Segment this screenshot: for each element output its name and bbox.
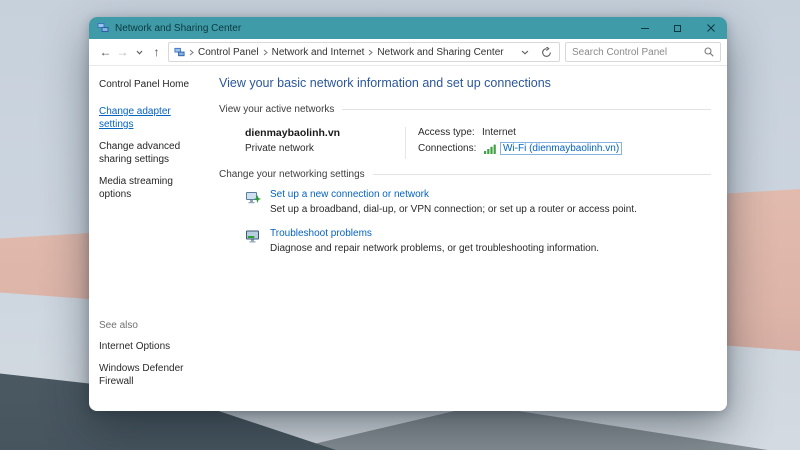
- forward-button[interactable]: →: [114, 42, 131, 62]
- active-networks-section-header: View your active networks: [219, 104, 711, 115]
- troubleshoot-text: Troubleshoot problems Diagnose and repai…: [270, 228, 599, 254]
- see-also-label: See also: [99, 320, 138, 331]
- back-button[interactable]: ←: [97, 42, 114, 62]
- recent-pages-button[interactable]: [131, 42, 148, 62]
- search-box: [565, 42, 721, 62]
- main-panel: View your basic network information and …: [209, 66, 727, 411]
- breadcrumb-network-and-sharing-center[interactable]: Network and Sharing Center: [377, 47, 503, 58]
- connections-label: Connections:: [418, 143, 477, 154]
- chevron-down-icon: [136, 50, 143, 55]
- up-button[interactable]: ↑: [148, 42, 165, 62]
- breadcrumb-separator-icon: [263, 49, 268, 56]
- troubleshoot-icon: [245, 228, 261, 254]
- search-input[interactable]: [572, 46, 704, 58]
- troubleshoot-description: Diagnose and repair network problems, or…: [270, 243, 600, 254]
- access-type-label: Access type:: [418, 127, 475, 138]
- wifi-connection-link[interactable]: Wi-Fi (dienmaybaolinh.vn): [500, 142, 623, 155]
- close-icon: [706, 24, 715, 32]
- network-type: Private network: [245, 143, 314, 154]
- networking-settings-section-header: Change your networking settings: [219, 169, 711, 180]
- sidebar-item-windows-defender-firewall[interactable]: Windows Defender Firewall: [99, 362, 203, 388]
- page-title: View your basic network information and …: [219, 76, 551, 90]
- network-location-icon: [174, 47, 185, 58]
- maximize-button[interactable]: [661, 17, 694, 39]
- network-name: dienmaybaolinh.vn: [245, 127, 341, 139]
- sidebar-item-change-advanced-sharing-settings[interactable]: Change advanced sharing settings: [99, 140, 203, 166]
- section-divider: [372, 174, 711, 175]
- window-content: Control Panel Home Change adapter settin…: [89, 66, 727, 411]
- breadcrumb-separator-icon: [368, 49, 374, 56]
- network-identity: dienmaybaolinh.vn Private network: [245, 127, 393, 159]
- sidebar-item-internet-options[interactable]: Internet Options: [99, 340, 203, 353]
- sidebar-item-control-panel-home[interactable]: Control Panel Home: [99, 79, 203, 90]
- network-details: Access type: Internet Connections: Wi-Fi…: [418, 127, 623, 159]
- close-button[interactable]: [694, 17, 727, 39]
- minimize-icon: [640, 27, 649, 29]
- window-title: Network and Sharing Center: [115, 22, 242, 34]
- new-connection-icon: [245, 189, 261, 215]
- refresh-button[interactable]: [541, 46, 552, 58]
- title-bar[interactable]: Network and Sharing Center: [89, 17, 727, 39]
- breadcrumb-control-panel[interactable]: Control Panel: [198, 47, 259, 58]
- navigation-toolbar: ← → ↑ Control Panel Network and Internet…: [89, 39, 727, 66]
- sidebar-item-change-adapter-settings[interactable]: Change adapter settings: [99, 105, 203, 131]
- minimize-button[interactable]: [628, 17, 661, 39]
- back-icon: ←: [99, 45, 112, 59]
- up-icon: ↑: [153, 45, 160, 59]
- wifi-signal-icon: [484, 144, 497, 154]
- active-networks-label: View your active networks: [219, 104, 335, 115]
- refresh-icon: [542, 46, 551, 57]
- section-divider: [342, 109, 711, 110]
- breadcrumb-network-and-internet[interactable]: Network and Internet: [272, 47, 365, 58]
- maximize-icon: [674, 24, 681, 32]
- setup-connection-text: Set up a new connection or network Set u…: [270, 189, 637, 215]
- sidebar-see-also-section: See also Internet Options Windows Defend…: [99, 320, 203, 397]
- network-sharing-center-window: Network and Sharing Center ← → ↑ Control…: [89, 17, 727, 411]
- sidebar-item-media-streaming-options[interactable]: Media streaming options: [99, 175, 203, 201]
- search-icon: [704, 47, 714, 57]
- sidebar: Control Panel Home Change adapter settin…: [89, 66, 209, 411]
- access-type-value: Internet: [482, 127, 516, 138]
- setup-connection-description: Set up a broadband, dial-up, or VPN conn…: [270, 204, 637, 215]
- troubleshoot-item: Troubleshoot problems Diagnose and repai…: [219, 228, 711, 254]
- chevron-down-icon: [521, 50, 529, 55]
- setup-connection-item: Set up a new connection or network Set u…: [219, 189, 711, 215]
- setup-connection-link[interactable]: Set up a new connection or network: [270, 189, 637, 200]
- vertical-divider: [405, 127, 406, 159]
- address-dropdown-button[interactable]: [521, 50, 529, 55]
- network-app-icon: [97, 22, 109, 34]
- troubleshoot-link[interactable]: Troubleshoot problems: [270, 228, 599, 239]
- breadcrumb-separator-icon: [189, 49, 194, 56]
- active-network-block: dienmaybaolinh.vn Private network Access…: [219, 124, 711, 169]
- address-bar[interactable]: Control Panel Network and Internet Netwo…: [168, 42, 560, 62]
- forward-icon: →: [116, 45, 129, 59]
- networking-settings-label: Change your networking settings: [219, 169, 365, 180]
